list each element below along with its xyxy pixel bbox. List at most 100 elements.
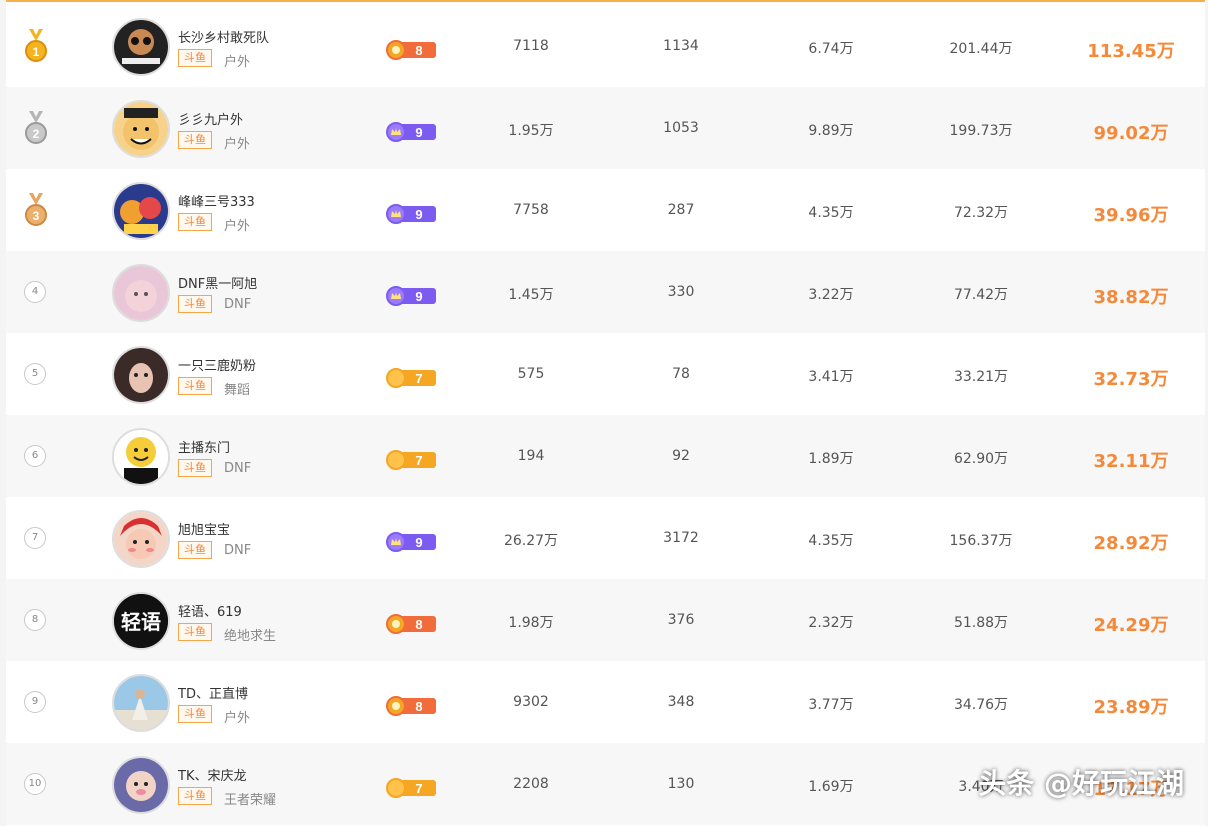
stat-cell: 3172 — [663, 530, 699, 546]
category-label: 户外 — [224, 711, 251, 726]
stat-cell: 575 — [517, 366, 545, 382]
svg-text:轻语: 轻语 — [121, 610, 161, 634]
streamer-name[interactable]: 彡彡九户外 — [178, 109, 243, 128]
stat-cell: 1.98万 — [508, 615, 554, 631]
stat-cell: 1.95万 — [508, 123, 554, 139]
table-row[interactable]: 9 TD、正直博 斗鱼 户外 8 9302 348 3.77万 34.76万 2… — [6, 661, 1205, 743]
streamer-name[interactable]: 长沙乡村敢死队 — [178, 27, 269, 46]
stat-cell: 92 — [672, 448, 690, 464]
score-value: 24.29万 — [1093, 615, 1169, 636]
stat-cell: 9302 — [513, 694, 549, 710]
score-value: 38.82万 — [1093, 287, 1169, 308]
gold-medal-icon: 1 — [25, 29, 47, 62]
stat-cell: 7118 — [513, 38, 549, 54]
avatar[interactable] — [112, 182, 170, 240]
level-crown-badge: 9 — [386, 532, 436, 552]
stat-cell: 287 — [667, 202, 695, 218]
platform-tag: 斗鱼 — [178, 459, 212, 477]
avatar[interactable] — [112, 674, 170, 732]
category-label: 户外 — [224, 55, 251, 70]
silver-medal-icon: 2 — [25, 111, 47, 144]
stat-cell: 4.35万 — [808, 205, 854, 221]
avatar[interactable] — [112, 756, 170, 814]
score-value: 113.45万 — [1087, 41, 1175, 62]
avatar[interactable] — [112, 510, 170, 568]
table-row[interactable]: 6 主播东门 斗鱼 DNF 7 194 92 1.89万 62.90万 32.1… — [6, 415, 1205, 497]
stat-cell: 199.73万 — [949, 123, 1013, 139]
category-label: 户外 — [224, 219, 251, 234]
level-moon-badge: 7 — [386, 368, 436, 388]
table-row[interactable]: 1 长沙乡村敢死队 斗鱼 户外 8 7118 1134 6.74万 201.44… — [6, 5, 1205, 87]
svg-text:3: 3 — [33, 209, 40, 223]
streamer-name[interactable]: DNF黑一阿旭 — [178, 273, 257, 292]
svg-text:7: 7 — [415, 453, 422, 468]
avatar[interactable] — [112, 346, 170, 404]
platform-tag: 斗鱼 — [178, 295, 212, 313]
stat-cell: 6.74万 — [808, 41, 854, 57]
stat-cell: 2208 — [513, 776, 549, 792]
platform-tag: 斗鱼 — [178, 787, 212, 805]
platform-tag: 斗鱼 — [178, 213, 212, 231]
category-label: 舞蹈 — [224, 383, 251, 398]
streamer-name[interactable]: 轻语、619 — [178, 601, 242, 620]
streamer-name[interactable]: TD、正直博 — [178, 683, 248, 702]
avatar[interactable] — [112, 18, 170, 76]
level-sun-badge: 8 — [386, 614, 436, 634]
stat-cell: 1.89万 — [808, 451, 854, 467]
avatar[interactable]: 轻语 — [112, 592, 170, 650]
avatar[interactable] — [112, 264, 170, 322]
streamer-name[interactable]: 峰峰三号333 — [178, 191, 255, 210]
category-label: 绝地求生 — [224, 629, 277, 644]
platform-tag: 斗鱼 — [178, 49, 212, 67]
svg-text:8: 8 — [415, 699, 422, 714]
table-row[interactable]: 8 轻语 轻语、619 斗鱼 绝地求生 8 1.98万 376 2.32万 51… — [6, 579, 1205, 661]
table-row[interactable]: 7 旭旭宝宝 斗鱼 DNF 9 26.27万 3172 4.35万 156.37… — [6, 497, 1205, 579]
svg-text:8: 8 — [415, 43, 422, 58]
svg-text:9: 9 — [415, 125, 422, 140]
platform-tag: 斗鱼 — [178, 623, 212, 641]
svg-text:2: 2 — [33, 127, 40, 141]
avatar[interactable] — [112, 428, 170, 486]
table-row[interactable]: 2 彡彡九户外 斗鱼 户外 9 1.95万 1053 9.89万 199.73万… — [6, 87, 1205, 169]
platform-tag: 斗鱼 — [178, 705, 212, 723]
streamer-name[interactable]: 主播东门 — [178, 437, 230, 456]
stat-cell: 33.21万 — [953, 369, 1009, 385]
stat-cell: 201.44万 — [949, 41, 1013, 57]
ranking-panel: 1 长沙乡村敢死队 斗鱼 户外 8 7118 1134 6.74万 201.44… — [6, 0, 1205, 826]
rank-number: 9 — [24, 691, 46, 713]
stat-cell: 72.32万 — [953, 205, 1009, 221]
rank-number: 8 — [24, 609, 46, 631]
watermark: 头条 @好玩江湖 — [978, 767, 1184, 800]
stat-cell: 3.22万 — [808, 287, 854, 303]
streamer-name[interactable]: TK、宋庆龙 — [178, 765, 246, 784]
svg-text:9: 9 — [415, 535, 422, 550]
category-label: 王者荣耀 — [224, 793, 277, 808]
platform-tag: 斗鱼 — [178, 377, 212, 395]
score-value: 99.02万 — [1093, 123, 1169, 144]
category-label: 户外 — [224, 137, 251, 152]
stat-cell: 1053 — [663, 120, 699, 136]
streamer-name[interactable]: 一只三鹿奶粉 — [178, 355, 256, 374]
stat-cell: 1134 — [663, 38, 699, 54]
platform-tag: 斗鱼 — [178, 131, 212, 149]
level-crown-badge: 9 — [386, 204, 436, 224]
score-value: 32.11万 — [1093, 451, 1169, 472]
stat-cell: 62.90万 — [953, 451, 1009, 467]
stat-cell: 330 — [667, 284, 695, 300]
svg-text:8: 8 — [415, 617, 422, 632]
stat-cell: 2.32万 — [808, 615, 854, 631]
stat-cell: 9.89万 — [808, 123, 854, 139]
svg-text:1: 1 — [33, 45, 40, 59]
stat-cell: 376 — [667, 612, 695, 628]
table-row[interactable]: 5 一只三鹿奶粉 斗鱼 舞蹈 7 575 78 3.41万 33.21万 32.… — [6, 333, 1205, 415]
rank-number: 10 — [24, 773, 46, 795]
svg-text:9: 9 — [415, 207, 422, 222]
stat-cell: 1.45万 — [508, 287, 554, 303]
table-row[interactable]: 3 峰峰三号333 斗鱼 户外 9 7758 287 4.35万 72.32万 … — [6, 169, 1205, 251]
stat-cell: 34.76万 — [953, 697, 1009, 713]
table-row[interactable]: 4 DNF黑一阿旭 斗鱼 DNF 9 1.45万 330 3.22万 77.42… — [6, 251, 1205, 333]
avatar[interactable] — [112, 100, 170, 158]
category-label: DNF — [224, 297, 252, 312]
level-moon-badge: 7 — [386, 450, 436, 470]
streamer-name[interactable]: 旭旭宝宝 — [178, 519, 230, 538]
